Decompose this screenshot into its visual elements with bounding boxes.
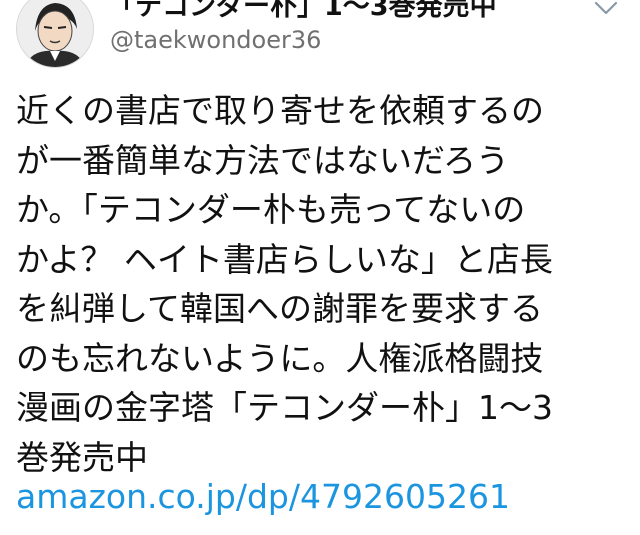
tweet-text-line: が一番簡単な方法ではないだろう (16, 140, 510, 180)
tweet-text-line: か。「テコンダー朴も売ってないの (16, 190, 526, 229)
user-handle[interactable]: @taekwondoer36 (110, 26, 321, 54)
avatar-icon (17, 0, 93, 67)
tweet-text-line: かよ？ ヘイト書店らしいな」と店長 (16, 239, 553, 279)
tweet-text-line: を糾弾して韓国への謝罪を要求する (16, 289, 544, 328)
tweet-text-line: 近くの書店で取り寄せを依頼するの (16, 91, 544, 130)
tweet-header: 「テコンダー朴」1〜3巻発売中 @taekwondoer36 (0, 0, 640, 76)
tweet-text-line: 漫画の金字塔「テコンダー朴」1〜3 (16, 388, 553, 427)
tweet-text-line: のも忘れないように。人権派格闘技 (16, 338, 544, 378)
tweet-text: 近くの書店で取り寄せを依頼するの が一番簡単な方法ではないだろう か。「テコンダ… (16, 86, 628, 482)
amazon-link[interactable]: amazon.co.jp/dp/4792605261 (16, 472, 510, 522)
avatar[interactable] (16, 0, 94, 68)
tweet: 「テコンダー朴」1〜3巻発売中 @taekwondoer36 近くの書店で取り寄… (0, 0, 640, 535)
display-name[interactable]: 「テコンダー朴」1〜3巻発売中 (108, 0, 497, 23)
chevron-down-icon[interactable] (592, 0, 620, 22)
